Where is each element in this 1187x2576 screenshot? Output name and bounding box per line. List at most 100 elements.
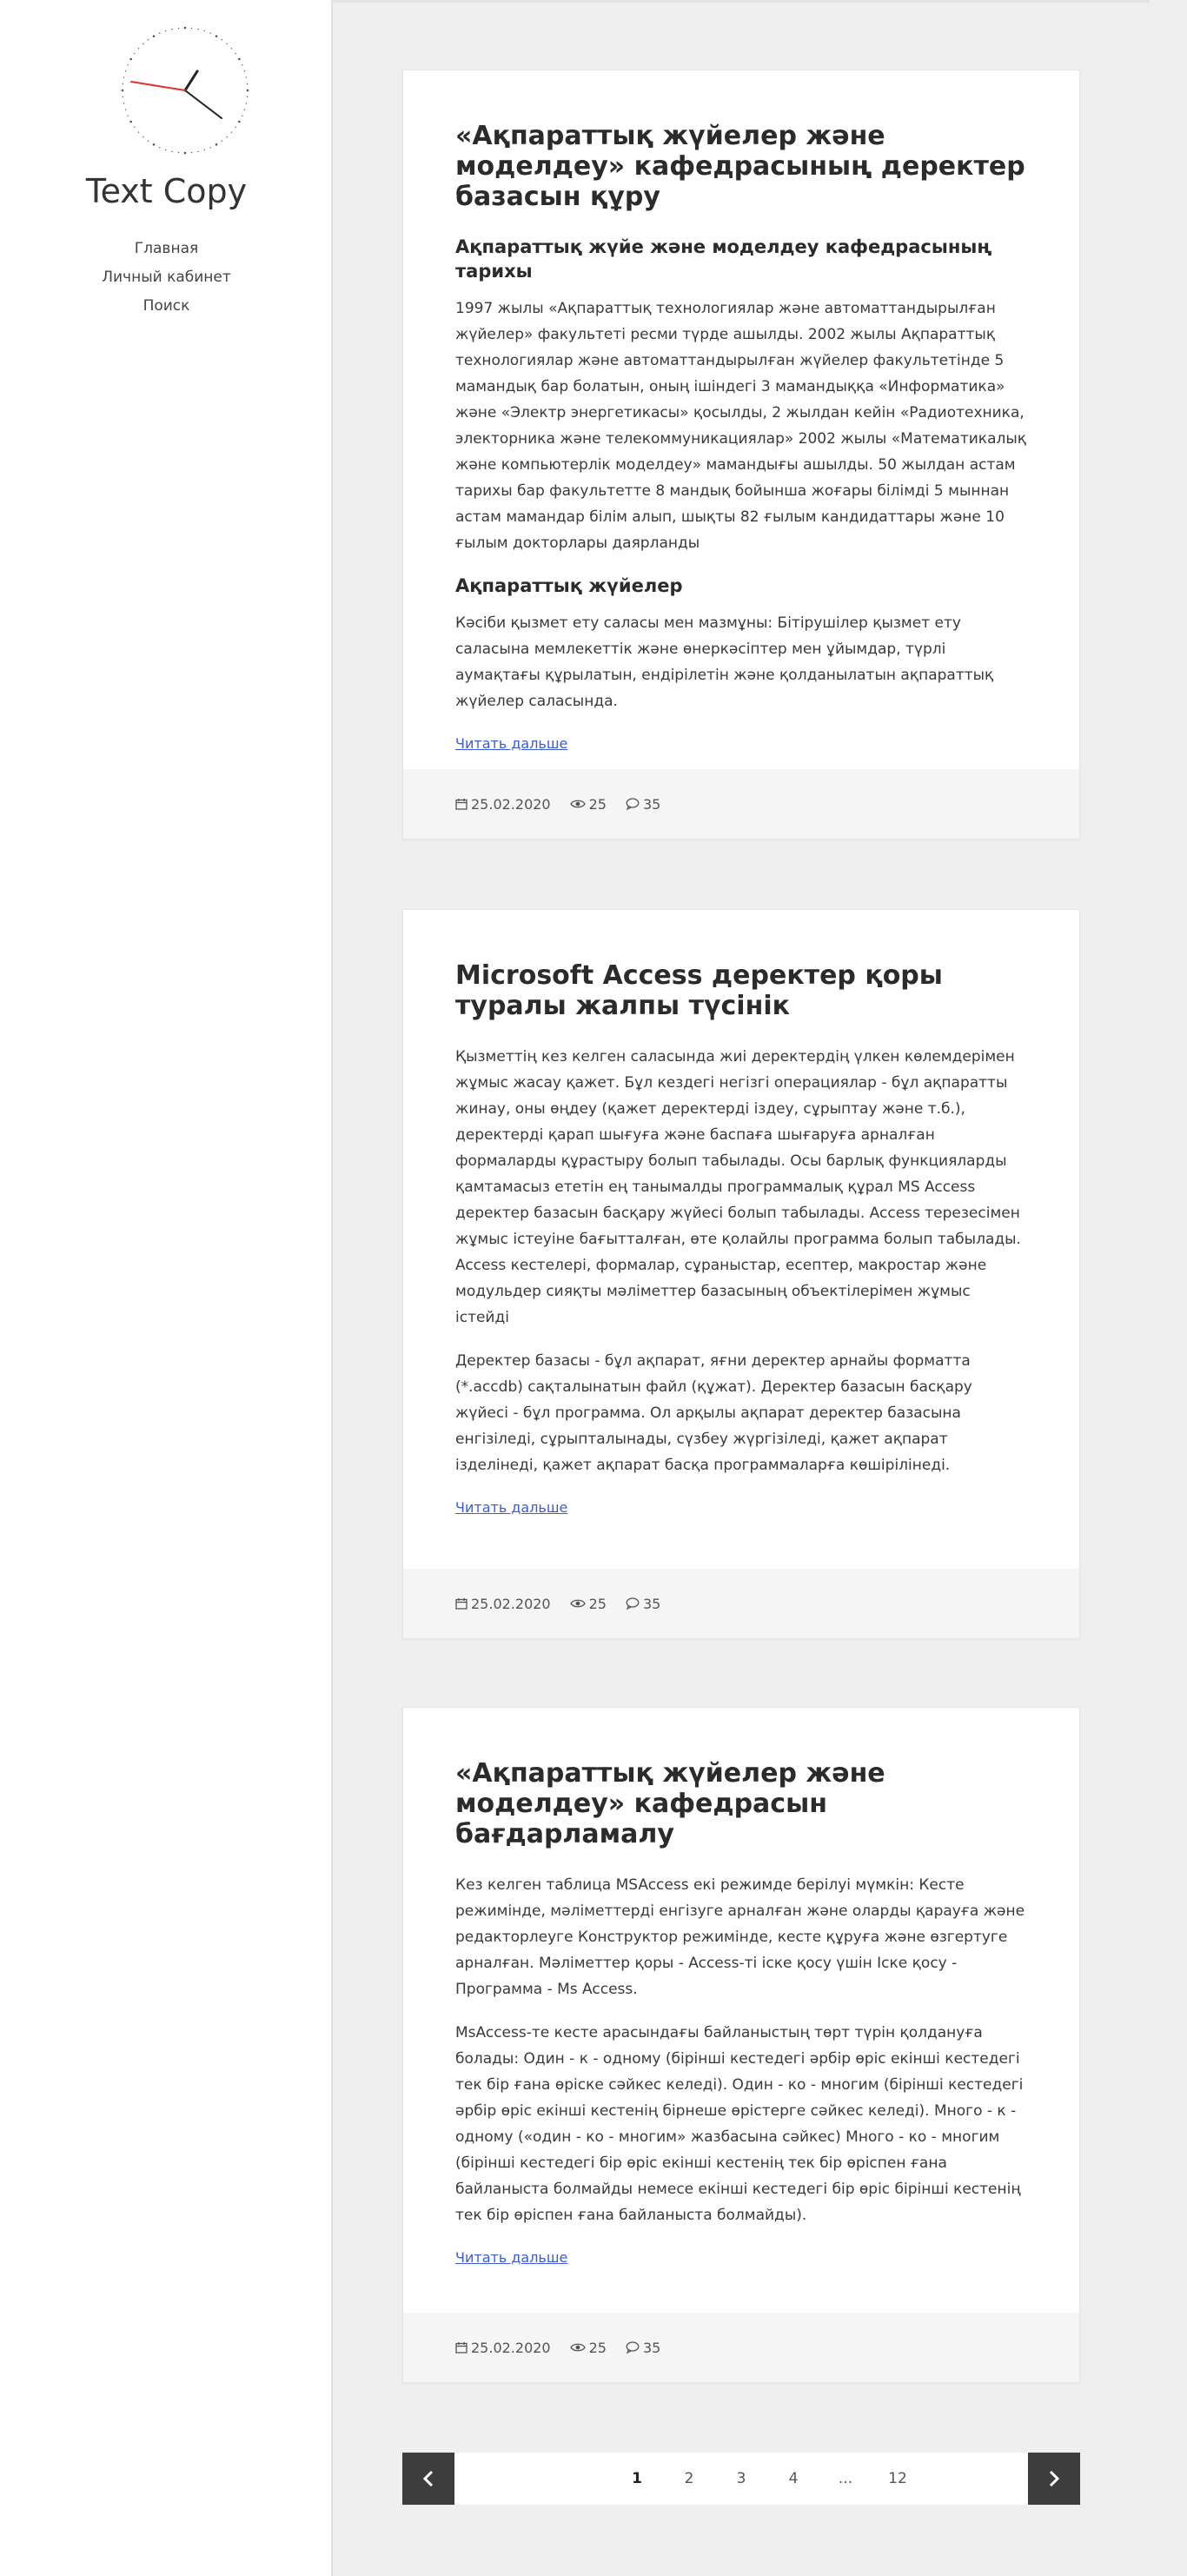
clock-tick bbox=[177, 151, 180, 154]
post-paragraph: Кез келген таблица MSAccess екі режимде … bbox=[455, 1876, 1025, 1998]
clock-tick bbox=[183, 151, 187, 155]
sidebar-nav: Главная Личный кабинет Поиск bbox=[0, 235, 333, 321]
post-comments: 35 bbox=[626, 2340, 660, 2356]
clock-tick bbox=[246, 96, 249, 98]
post-views-count: 25 bbox=[588, 795, 607, 813]
clock-tick bbox=[165, 149, 167, 151]
clock-tick bbox=[190, 27, 193, 30]
clock-tick bbox=[127, 64, 129, 66]
post-paragraph: 1997 жылы «Ақпараттық технологиялар және… bbox=[455, 300, 1027, 552]
clock-tick bbox=[124, 70, 127, 72]
comment-icon bbox=[626, 1597, 640, 1610]
clock-tick bbox=[159, 147, 161, 149]
post-title[interactable]: Microsoft Access деректер қоры туралы жа… bbox=[455, 960, 1027, 1021]
post-date-text: 25.02.2020 bbox=[471, 2339, 551, 2356]
clock-tick bbox=[129, 57, 132, 61]
clock-tick bbox=[197, 150, 199, 153]
eye-icon bbox=[569, 800, 586, 808]
post-comments-count: 35 bbox=[642, 2339, 661, 2356]
post-paragraph: MsAccess-те кесте арасындағы байланыстың… bbox=[455, 2024, 1024, 2224]
clock-tick bbox=[137, 48, 140, 50]
post-comments: 35 bbox=[626, 1596, 660, 1612]
nav-link-account[interactable]: Личный кабинет bbox=[0, 263, 333, 292]
clock-hour-hand bbox=[183, 70, 199, 92]
post-subtitle: Ақпараттық жүйе және моделдеу кафедрасын… bbox=[455, 236, 992, 282]
clock-tick bbox=[152, 143, 156, 146]
clock-tick bbox=[134, 52, 136, 55]
clock-tick bbox=[235, 52, 236, 55]
clock-tick bbox=[190, 151, 193, 154]
clock-tick bbox=[243, 70, 246, 72]
site-title[interactable]: Text Copy bbox=[0, 172, 333, 210]
post-card: «Ақпараттық жүйелер және моделдеу» кафед… bbox=[402, 1707, 1080, 2383]
clock-tick bbox=[203, 30, 205, 32]
read-more-link[interactable]: Читать дальше bbox=[455, 735, 567, 752]
clock-tick bbox=[159, 32, 161, 34]
clock-minute-hand bbox=[184, 90, 222, 119]
clock-tick bbox=[226, 136, 228, 138]
post-date-text: 25.02.2020 bbox=[471, 795, 551, 813]
clock-tick bbox=[121, 89, 124, 92]
clock-tick bbox=[238, 120, 241, 123]
post-card: Microsoft Access деректер қоры туралы жа… bbox=[402, 909, 1080, 1639]
post-title[interactable]: «Ақпараттық жүйелер және моделдеу» кафед… bbox=[455, 121, 1027, 212]
clock-tick bbox=[230, 131, 233, 133]
clock-tick bbox=[171, 150, 173, 153]
clock-tick bbox=[165, 30, 167, 32]
eye-icon bbox=[569, 2343, 586, 2352]
clock-icon bbox=[121, 26, 249, 155]
post-comments-count: 35 bbox=[642, 795, 661, 813]
post-comments-count: 35 bbox=[642, 1595, 661, 1612]
clock-tick bbox=[226, 43, 228, 45]
read-more-link[interactable]: Читать дальше bbox=[455, 2249, 567, 2266]
clock-tick bbox=[246, 83, 249, 85]
post-date: 25.02.2020 bbox=[455, 1596, 551, 1612]
chevron-left-icon bbox=[422, 2470, 434, 2487]
eye-icon bbox=[569, 1599, 586, 1608]
clock-tick bbox=[123, 76, 125, 78]
page-link[interactable]: 3 bbox=[715, 2470, 767, 2487]
post-views: 25 bbox=[569, 2340, 607, 2356]
post-subtitle: Ақпараттық жүйелер bbox=[455, 575, 683, 596]
clock-tick bbox=[137, 131, 140, 133]
clock-tick bbox=[129, 120, 132, 123]
post-views-count: 25 bbox=[588, 1595, 607, 1612]
clock-tick bbox=[183, 26, 187, 30]
page-numbers: 1 2 3 4 ... 12 bbox=[611, 2453, 924, 2505]
post-comments: 35 bbox=[626, 796, 660, 813]
prev-page-button[interactable] bbox=[402, 2453, 454, 2505]
calendar-icon bbox=[455, 2342, 468, 2354]
nav-link-search[interactable]: Поиск bbox=[0, 292, 333, 321]
clock-tick bbox=[215, 35, 218, 37]
post-paragraph: Қызметтің кез келген саласында жиі дерек… bbox=[455, 1048, 1021, 1326]
page-link[interactable]: 4 bbox=[767, 2470, 819, 2487]
chevron-right-icon bbox=[1049, 2470, 1060, 2487]
page-link-last[interactable]: 12 bbox=[872, 2470, 924, 2487]
clock-tick bbox=[147, 140, 149, 142]
next-page-button[interactable] bbox=[1028, 2453, 1080, 2505]
post-date: 25.02.2020 bbox=[455, 796, 551, 813]
clock-tick bbox=[203, 149, 205, 151]
clock-tick bbox=[209, 147, 211, 149]
page-link-current[interactable]: 1 bbox=[611, 2470, 663, 2487]
clock-tick bbox=[171, 28, 173, 30]
post-date-text: 25.02.2020 bbox=[471, 1595, 551, 1612]
clock-tick bbox=[230, 48, 233, 50]
post-views: 25 bbox=[569, 1595, 607, 1612]
clock-tick bbox=[147, 39, 149, 41]
clock-tick bbox=[152, 35, 156, 37]
clock-tick bbox=[209, 32, 211, 34]
calendar-icon bbox=[455, 1598, 468, 1610]
post-meta: 25.02.2020 25 35 bbox=[403, 2313, 1079, 2382]
clock-tick bbox=[246, 89, 249, 92]
main-content: «Ақпараттық жүйелер және моделдеу» кафед… bbox=[333, 0, 1187, 2576]
read-more-link[interactable]: Читать дальше bbox=[455, 1499, 567, 1516]
page-link[interactable]: 2 bbox=[663, 2470, 715, 2487]
clock-tick bbox=[238, 57, 241, 61]
nav-link-home[interactable]: Главная bbox=[0, 235, 333, 263]
post-title[interactable]: «Ақпараттық жүйелер және моделдеу» кафед… bbox=[455, 1758, 1027, 1849]
post-paragraph: Деректер базасы - бұл ақпарат, яғни дере… bbox=[455, 1352, 972, 1474]
comment-icon bbox=[626, 798, 640, 810]
post-paragraph: Кәсіби қызмет ету саласы мен мазмұны: Бі… bbox=[455, 614, 994, 710]
post-meta: 25.02.2020 25 35 bbox=[403, 1569, 1079, 1638]
